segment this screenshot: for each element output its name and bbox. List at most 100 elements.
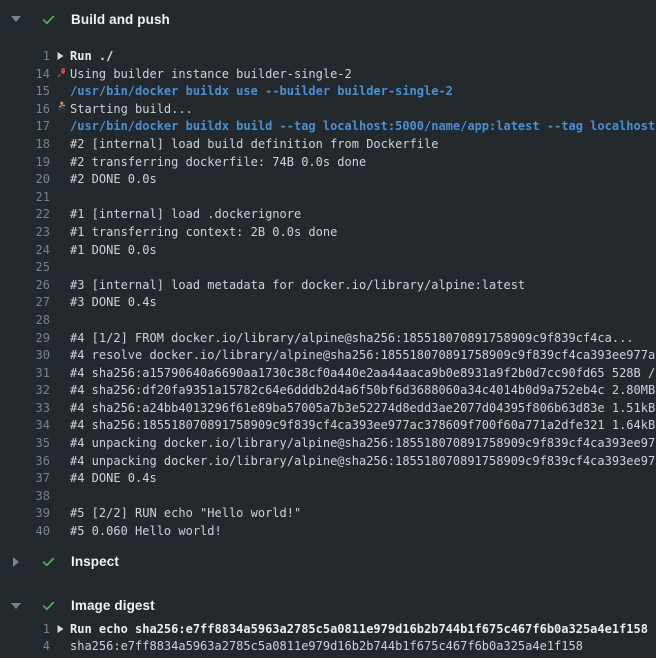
log-line: 22 #1 [internal] load .dockerignore [0,206,656,224]
log-line: 27 #3 DONE 0.4s [0,294,656,312]
log-text: #4 DONE 0.4s [70,470,157,488]
log-text: #4 sha256:185518070891758909c9f839cf4ca3… [70,417,656,435]
line-number[interactable]: 18 [0,136,50,154]
line-number[interactable]: 26 [0,277,50,295]
section-header-image-digest[interactable]: Image digest [0,591,656,621]
log-text: #3 DONE 0.4s [70,294,157,312]
line-number[interactable]: 4 [0,638,50,656]
log-line: 16 Starting build... [0,101,656,119]
pushpin-icon [52,66,68,79]
line-number[interactable]: 29 [0,330,50,348]
check-icon [41,554,56,569]
log-text: #4 [1/2] FROM docker.io/library/alpine@s… [70,330,634,348]
section-title: Build and push [71,12,170,27]
line-number[interactable]: 15 [0,83,50,101]
chevron-right-icon[interactable] [52,51,68,61]
line-number[interactable]: 20 [0,171,50,189]
line-number[interactable]: 36 [0,453,50,471]
line-number[interactable]: 28 [0,312,50,330]
section-header-build-and-push[interactable]: Build and push [0,0,656,38]
line-number[interactable]: 14 [0,66,50,84]
line-number[interactable]: 23 [0,224,50,242]
log-line: 35 #4 unpacking docker.io/library/alpine@… [0,435,656,453]
log-line: 1 Run ./ [0,48,656,66]
log-text: Starting build... [70,101,193,119]
log-line: 38 [0,488,656,506]
line-number[interactable]: 19 [0,154,50,172]
line-number[interactable]: 22 [0,206,50,224]
line-number[interactable]: 1 [0,48,50,66]
log-command-text: /usr/bin/docker buildx build --tag local… [70,118,656,136]
log-line: 1 Run echo sha256:e7ff8834a5963a2785c5a08… [0,621,656,639]
log-text: #4 unpacking docker.io/library/alpine@sh… [70,435,656,453]
section-header-inspect[interactable]: Inspect [0,547,656,577]
log-line: 29 #4 [1/2] FROM docker.io/library/alpine… [0,330,656,348]
log-line: 19 #2 transferring dockerfile: 74B 0.0s d… [0,154,656,172]
log-line: 40 #5 0.060 Hello world! [0,523,656,541]
log-line: 4 sha256:e7ff8834a5963a2785c5a0811e979d16… [0,638,656,656]
line-number[interactable]: 39 [0,505,50,523]
section-title: Image digest [71,598,155,613]
log-text: #4 unpacking docker.io/library/alpine@sh… [70,453,656,471]
log-line: 23 #1 transferring context: 2B 0.0s done [0,224,656,242]
log-text: #1 DONE 0.0s [70,242,157,260]
log-text: #4 resolve docker.io/library/alpine@sha2… [70,347,656,365]
log-line: 26 #3 [internal] load metadata for docker… [0,277,656,295]
log-text: sha256:e7ff8834a5963a2785c5a0811e979d16b… [70,638,583,656]
log-line: 20 #2 DONE 0.0s [0,171,656,189]
log-line: 31 #4 sha256:a15790640a6690aa1730c38cf0a4… [0,365,656,383]
caret-down-icon[interactable] [11,16,21,22]
log-line: 14 Using builder instance builder-single-… [0,66,656,84]
section-title: Inspect [71,554,119,569]
log-line: 21 [0,189,656,207]
line-number[interactable]: 25 [0,259,50,277]
log-text: #2 transferring dockerfile: 74B 0.0s don… [70,154,366,172]
line-number[interactable]: 17 [0,118,50,136]
line-number[interactable]: 32 [0,382,50,400]
line-number[interactable]: 30 [0,347,50,365]
log-group-text[interactable]: Run ./ [70,48,113,66]
line-number[interactable]: 34 [0,417,50,435]
log-line: 32 #4 sha256:df20fa9351a15782c64e6dddb2d4… [0,382,656,400]
log-text: #3 [internal] load metadata for docker.i… [70,277,525,295]
line-number[interactable]: 16 [0,101,50,119]
line-number[interactable]: 31 [0,365,50,383]
log-line: 24 #1 DONE 0.0s [0,242,656,260]
log-text: #1 [internal] load .dockerignore [70,206,301,224]
check-icon [41,598,56,613]
line-number[interactable]: 38 [0,488,50,506]
log-text: #2 [internal] load build definition from… [70,136,438,154]
log-line: 39#5 [2/2] RUN echo "Hello world!" [0,505,656,523]
line-number[interactable]: 1 [0,621,50,639]
log-text: #5 0.060 Hello world! [70,523,222,541]
line-number[interactable]: 35 [0,435,50,453]
log-line: 30 #4 resolve docker.io/library/alpine@sh… [0,347,656,365]
log-line: 33 #4 sha256:a24bb4013296f61e89ba57005a7b… [0,400,656,418]
chevron-right-icon[interactable] [52,624,68,634]
line-number[interactable]: 33 [0,400,50,418]
runner-icon [52,101,68,114]
log-line: 15/usr/bin/docker buildx use --builder b… [0,83,656,101]
log-body-build-and-push: 1 Run ./ 14 Using builder instance builder-… [0,38,656,547]
log-line: 28 [0,312,656,330]
log-text: #4 sha256:df20fa9351a15782c64e6dddb2d4a6… [70,382,656,400]
line-number[interactable]: 24 [0,242,50,260]
log-text: #2 DONE 0.0s [70,171,157,189]
caret-right-icon[interactable] [13,557,19,567]
line-number[interactable]: 37 [0,470,50,488]
check-icon [41,12,56,27]
log-line: 34 #4 sha256:185518070891758909c9f839cf4c… [0,417,656,435]
caret-down-icon[interactable] [11,603,21,609]
log-line: 37 #4 DONE 0.4s [0,470,656,488]
log-line: 17/usr/bin/docker buildx build --tag loc… [0,118,656,136]
line-number[interactable]: 21 [0,189,50,207]
log-text: #4 sha256:a15790640a6690aa1730c38cf0a440… [70,365,656,383]
line-number[interactable]: 27 [0,294,50,312]
log-command-text: /usr/bin/docker buildx use --builder bui… [70,83,453,101]
log-text: Using builder instance builder-single-2 [70,66,352,84]
log-group-text[interactable]: Run echo sha256:e7ff8834a5963a2785c5a081… [70,621,648,639]
log-text: #1 transferring context: 2B 0.0s done [70,224,337,242]
workflow-log-viewer: Build and push 1Run ./14Using builder in… [0,0,656,658]
line-number[interactable]: 40 [0,523,50,541]
log-text: #4 sha256:a24bb4013296f61e89ba57005a7b3e… [70,400,656,418]
